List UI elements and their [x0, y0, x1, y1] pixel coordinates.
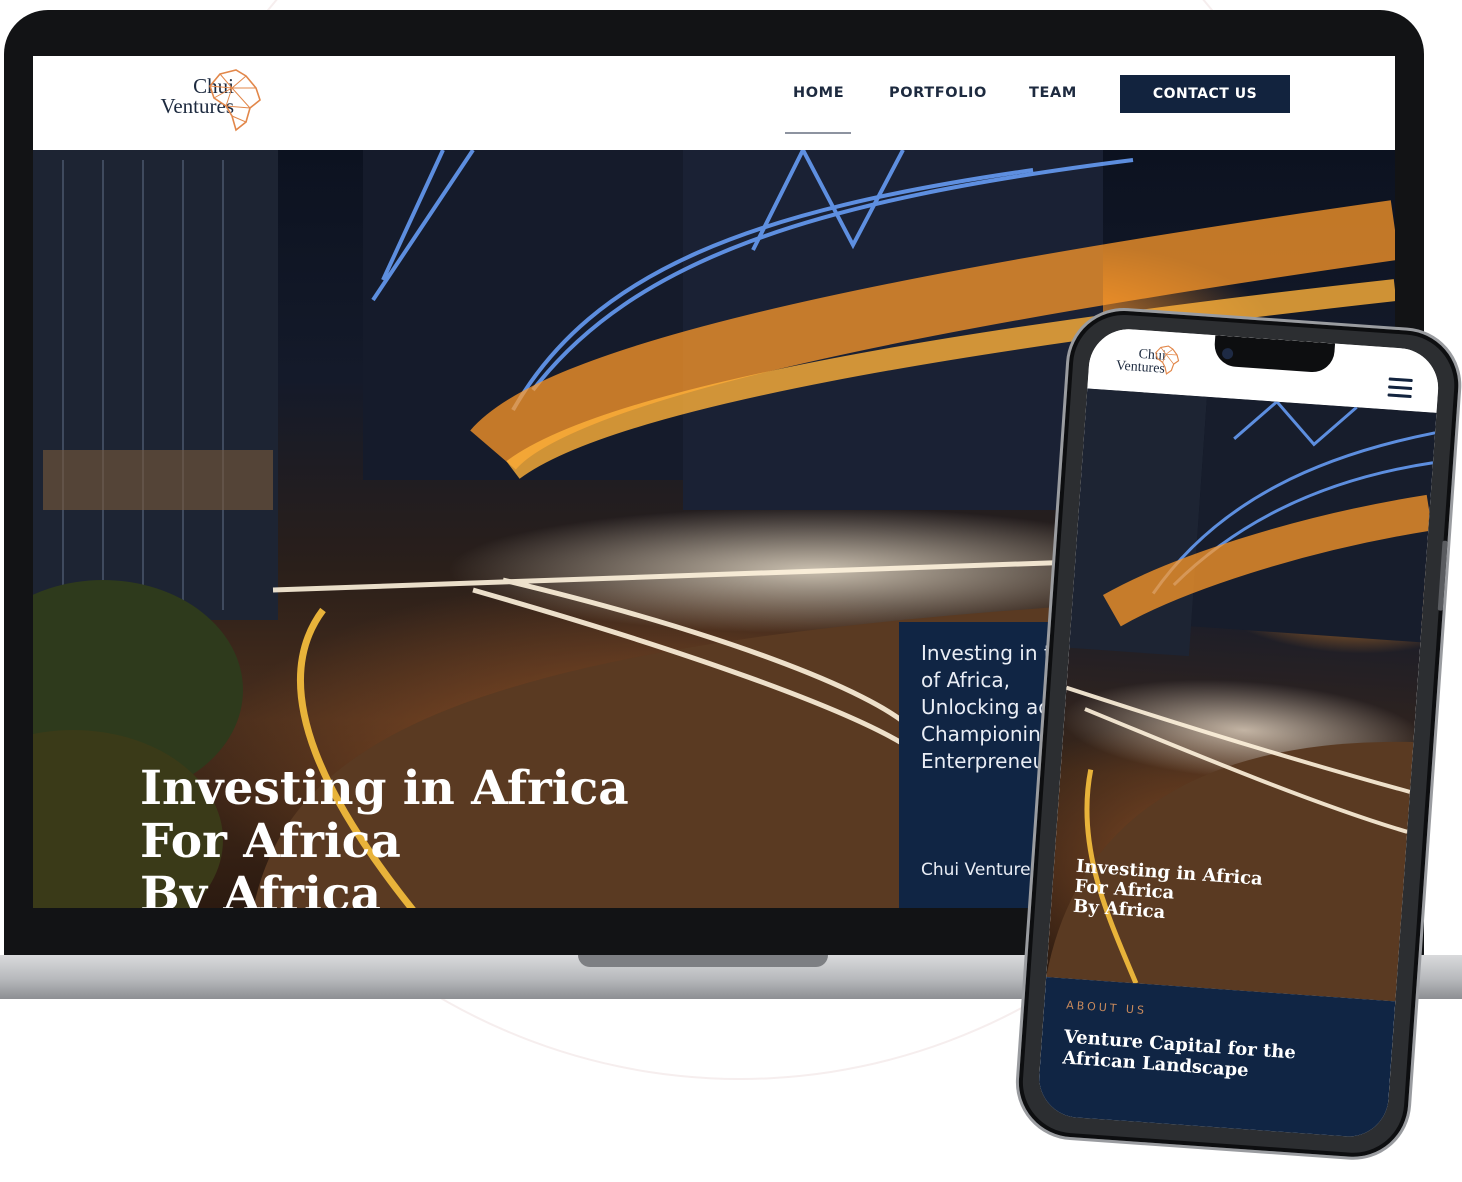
phone-hero-section: Investing in Africa For Africa By Africa — [1046, 388, 1437, 1002]
phone-frame: Chui Ventures Investing in Africa For Af… — [1011, 304, 1462, 1164]
hero-title: Investing in Africa For Africa By Africa — [140, 762, 629, 908]
nav-portfolio[interactable]: PORTFOLIO — [889, 85, 987, 101]
africa-map-logo-icon — [209, 69, 261, 132]
laptop-opening-notch — [578, 955, 828, 967]
nav-home[interactable]: HOME — [793, 85, 844, 101]
mission-footer: Chui Ventures, — [921, 860, 1045, 880]
phone-about-section: ABOUT US Venture Capital for the African… — [1036, 977, 1396, 1140]
hero-title-line: For Africa — [140, 814, 401, 869]
nav-active-indicator — [785, 132, 851, 134]
about-us-label: ABOUT US — [1065, 998, 1148, 1018]
hamburger-menu-icon[interactable] — [1387, 377, 1413, 399]
site-logo[interactable]: Chui Ventures — [138, 68, 268, 132]
phone-screen: Chui Ventures Investing in Africa For Af… — [1036, 326, 1441, 1140]
about-us-title: Venture Capital for the African Landscap… — [1062, 1026, 1297, 1084]
hero-title-line: Investing in Africa — [140, 761, 629, 816]
nav-team[interactable]: TEAM — [1029, 85, 1077, 101]
contact-us-button[interactable]: CONTACT US — [1120, 75, 1290, 113]
top-navigation: Chui Ventures HOME PORTFOLIO TEAM CONTAC… — [33, 56, 1395, 150]
hero-title-line: By Africa — [140, 867, 381, 908]
africa-map-logo-icon — [1155, 345, 1180, 375]
phone-device: Chui Ventures Investing in Africa For Af… — [1011, 304, 1462, 1182]
